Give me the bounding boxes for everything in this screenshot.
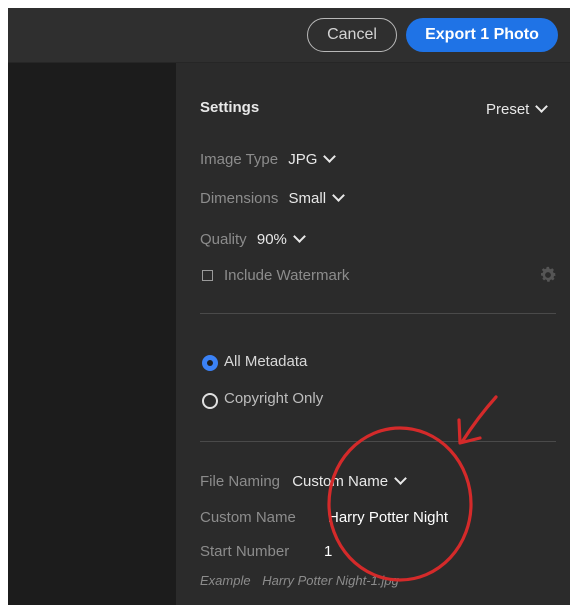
example-value: Harry Potter Night-1.jpg bbox=[262, 573, 399, 588]
quality-row: Quality 90% bbox=[200, 230, 306, 250]
chevron-down-icon bbox=[535, 100, 549, 113]
custom-name-input[interactable]: Harry Potter Night bbox=[328, 508, 448, 528]
chevron-down-icon bbox=[332, 189, 345, 202]
image-type-value: JPG bbox=[288, 151, 318, 168]
quality-label: Quality bbox=[200, 231, 247, 248]
file-naming-dropdown[interactable]: Custom Name bbox=[292, 472, 407, 490]
dimensions-label: Dimensions bbox=[200, 190, 279, 207]
dimensions-row: Dimensions Small bbox=[200, 189, 345, 209]
example-label: Example bbox=[200, 573, 251, 588]
start-number-input[interactable]: 1 bbox=[324, 542, 332, 562]
start-number-label: Start Number bbox=[200, 543, 290, 560]
settings-heading: Settings bbox=[200, 99, 260, 116]
dimensions-dropdown[interactable]: Small bbox=[288, 189, 345, 207]
image-type-dropdown[interactable]: JPG bbox=[288, 150, 337, 168]
watermark-checkbox[interactable] bbox=[202, 270, 213, 281]
export-dialog: Cancel Export 1 Photo Settings Preset Im… bbox=[8, 8, 570, 605]
divider bbox=[200, 313, 556, 314]
image-type-label: Image Type bbox=[200, 151, 279, 168]
preview-pane bbox=[8, 63, 176, 605]
file-naming-value: Custom Name bbox=[292, 473, 389, 490]
chevron-down-icon bbox=[293, 230, 306, 243]
quality-value: 90% bbox=[256, 231, 287, 248]
image-type-row: Image Type JPG bbox=[200, 150, 337, 170]
chevron-down-icon bbox=[394, 472, 407, 485]
custom-name-label: Custom Name bbox=[200, 509, 296, 526]
cancel-button[interactable]: Cancel bbox=[307, 18, 397, 52]
preset-label: Preset bbox=[486, 101, 530, 118]
export-button[interactable]: Export 1 Photo bbox=[406, 18, 558, 52]
file-naming-row: File Naming Custom Name bbox=[200, 472, 407, 492]
divider bbox=[200, 441, 556, 442]
dimensions-value: Small bbox=[288, 190, 327, 207]
top-bar: Cancel Export 1 Photo bbox=[8, 8, 570, 63]
all-metadata-label: All Metadata bbox=[224, 353, 308, 370]
quality-dropdown[interactable]: 90% bbox=[256, 230, 306, 248]
gear-icon[interactable] bbox=[538, 265, 558, 285]
settings-panel: Settings Preset Image Type JPG Dimension… bbox=[176, 63, 570, 605]
all-metadata-radio[interactable] bbox=[202, 355, 218, 371]
watermark-label: Include Watermark bbox=[224, 267, 350, 284]
file-naming-label: File Naming bbox=[200, 473, 281, 490]
chevron-down-icon bbox=[323, 150, 337, 163]
copyright-only-label: Copyright Only bbox=[224, 390, 324, 407]
preset-dropdown[interactable]: Preset bbox=[486, 100, 549, 120]
example-row: Example Harry Potter Night-1.jpg bbox=[200, 573, 399, 588]
copyright-only-radio[interactable] bbox=[202, 393, 218, 409]
